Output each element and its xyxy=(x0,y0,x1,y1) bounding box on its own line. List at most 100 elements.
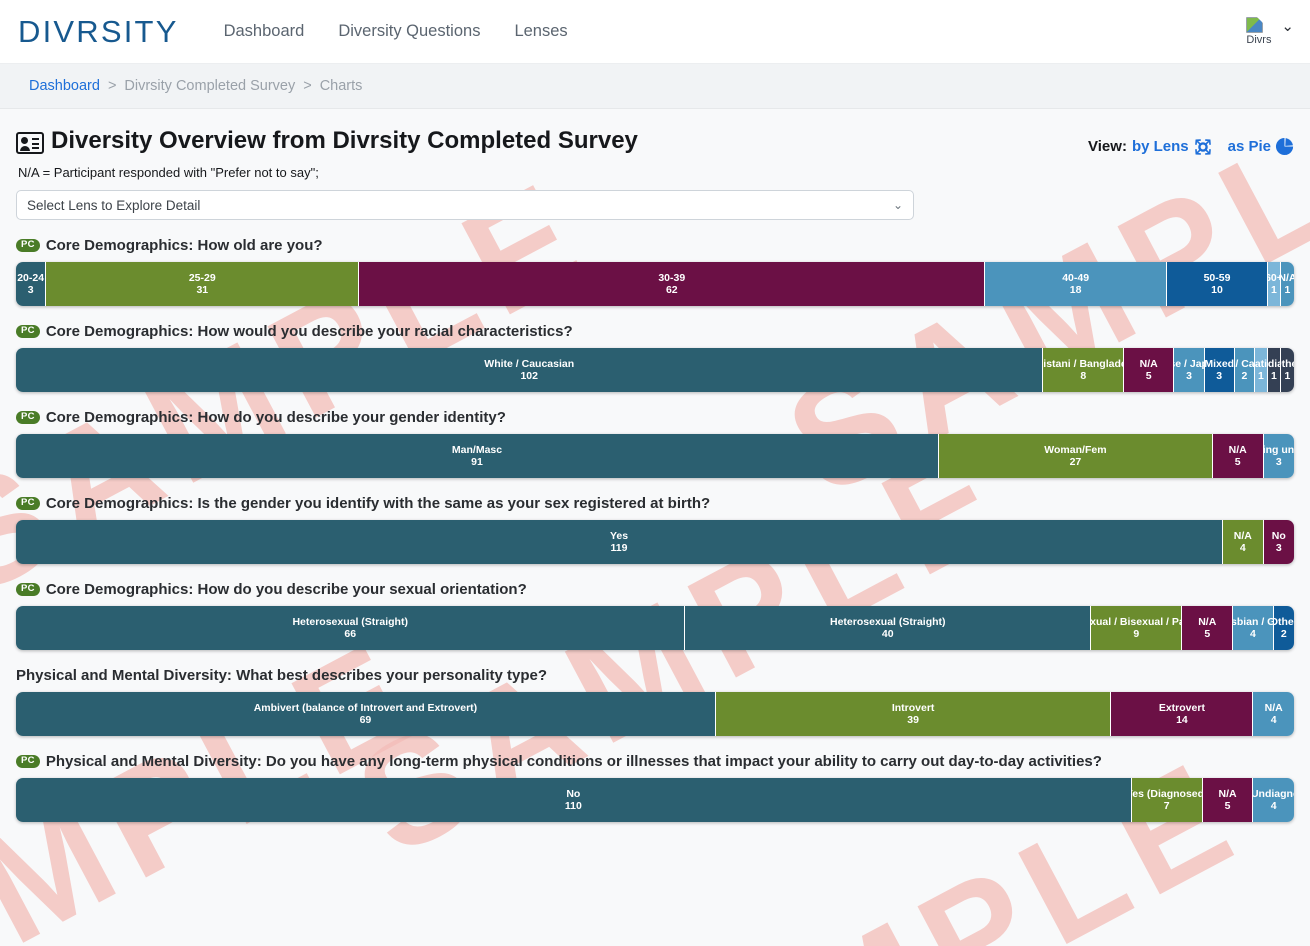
bar-segment[interactable]: Chinese / Japanese3 xyxy=(1174,348,1204,392)
top-navigation-bar: DIVRSITY Dashboard Diversity Questions L… xyxy=(0,0,1310,64)
bar-segment-label: Chinese / Japanese xyxy=(1174,358,1204,370)
bar-segment[interactable]: Yes119 xyxy=(16,520,1223,564)
bar-segment-label: N/A xyxy=(1229,444,1247,456)
chart-title: Physical and Mental Diversity: What best… xyxy=(16,667,547,684)
view-by-lens-button[interactable]: by Lens xyxy=(1132,138,1213,156)
bar-segment[interactable]: Introvert39 xyxy=(716,692,1112,736)
bar-segment[interactable]: N/A5 xyxy=(1182,606,1233,650)
account-menu[interactable]: Divrs ⌄ xyxy=(1246,17,1294,47)
bar-segment-value: 3 xyxy=(28,284,34,296)
bar-segment-value: 5 xyxy=(1225,800,1231,812)
bar-segment-label: Pakistani / Bangladeshi xyxy=(1043,358,1124,370)
bar-segment-label: Heterosexual (Straight) xyxy=(292,616,408,628)
lens-select-value: Select Lens to Explore Detail xyxy=(27,198,200,213)
charts-container: PCCore Demographics: How old are you?20-… xyxy=(16,237,1294,822)
bar-segment-label: White / Caucasian xyxy=(484,358,574,370)
bar-segment-label: 40-49 xyxy=(1062,272,1089,284)
stacked-bar-chart: Yes119N/A4No3 xyxy=(16,520,1294,564)
nav-link-lenses[interactable]: Lenses xyxy=(514,22,567,41)
bar-segment[interactable]: Pakistani / Bangladeshi8 xyxy=(1043,348,1124,392)
protected-characteristic-badge: PC xyxy=(16,325,40,339)
bar-segment-label: African / Caribbean xyxy=(1235,358,1255,370)
bar-segment[interactable]: Indian1 xyxy=(1268,348,1281,392)
bar-segment[interactable]: Mixed3 xyxy=(1205,348,1235,392)
bar-segment[interactable]: Ambivert (balance of Introvert and Extro… xyxy=(16,692,716,736)
chart-header: PCCore Demographics: Is the gender you i… xyxy=(16,495,1294,512)
bar-segment[interactable]: Latin1 xyxy=(1255,348,1268,392)
bar-segment[interactable]: N/A1 xyxy=(1281,262,1294,306)
stacked-bar-chart: Heterosexual (Straight)66Heterosexual (S… xyxy=(16,606,1294,650)
bar-segment[interactable]: No110 xyxy=(16,778,1132,822)
bar-segment[interactable]: Woman/Fem27 xyxy=(939,434,1213,478)
bar-segment[interactable]: N/A5 xyxy=(1203,778,1254,822)
chart-title: Core Demographics: How do you describe y… xyxy=(46,409,506,426)
stacked-bar-chart: White / Caucasian102Pakistani / Banglade… xyxy=(16,348,1294,392)
bar-segment[interactable]: 20-243 xyxy=(16,262,46,306)
bar-segment[interactable]: 25-2931 xyxy=(46,262,359,306)
lens-icon xyxy=(1193,138,1213,156)
bar-segment[interactable]: N/A4 xyxy=(1253,692,1294,736)
nav-link-dashboard[interactable]: Dashboard xyxy=(224,22,305,41)
nav-link-diversity-questions[interactable]: Diversity Questions xyxy=(338,22,480,41)
bar-segment-value: 4 xyxy=(1271,800,1277,812)
bar-segment-label: No xyxy=(1272,530,1286,542)
bar-segment[interactable]: Homosexual / Bisexual / Pansexual9 xyxy=(1091,606,1182,650)
bar-segment-label: 60+ xyxy=(1268,272,1281,284)
bar-segment[interactable]: N/A5 xyxy=(1124,348,1174,392)
bar-segment[interactable]: Something unlabelled3 xyxy=(1264,434,1294,478)
chart-header: PCCore Demographics: How would you descr… xyxy=(16,323,1294,340)
bar-segment[interactable]: Man/Masc91 xyxy=(16,434,939,478)
breadcrumb-item-survey[interactable]: Divrsity Completed Survey xyxy=(124,78,295,94)
chart-title: Core Demographics: How old are you? xyxy=(46,237,323,254)
chart-header: PCCore Demographics: How do you describe… xyxy=(16,581,1294,598)
bar-segment[interactable]: 50-5910 xyxy=(1167,262,1268,306)
bar-segment[interactable]: Other2 xyxy=(1274,606,1294,650)
chart-block: Physical and Mental Diversity: What best… xyxy=(16,667,1294,736)
breadcrumb-item-dashboard[interactable]: Dashboard xyxy=(29,78,100,94)
stacked-bar-chart: 20-24325-293130-396240-491850-591060+1N/… xyxy=(16,262,1294,306)
stacked-bar-chart: No110Yes (Diagnosed)7N/A5Yes (Undiagnose… xyxy=(16,778,1294,822)
bar-segment[interactable]: Yes (Diagnosed)7 xyxy=(1132,778,1203,822)
bar-segment[interactable]: Yes (Undiagnosed)4 xyxy=(1253,778,1294,822)
bar-segment[interactable]: N/A4 xyxy=(1223,520,1264,564)
bar-segment[interactable]: No3 xyxy=(1264,520,1294,564)
bar-segment-label: Latin xyxy=(1255,358,1268,370)
view-as-pie-button[interactable]: as Pie xyxy=(1228,137,1294,156)
bar-segment[interactable]: 60+1 xyxy=(1268,262,1281,306)
bar-segment[interactable]: Other1 xyxy=(1281,348,1294,392)
view-label: View: xyxy=(1088,138,1127,155)
bar-segment-value: 119 xyxy=(611,542,628,554)
bar-segment-label: Something unlabelled xyxy=(1264,444,1294,456)
main-content: Diversity Overview from Divrsity Complet… xyxy=(0,109,1310,822)
bar-segment-value: 10 xyxy=(1211,284,1223,296)
bar-segment[interactable]: 40-4918 xyxy=(985,262,1167,306)
bar-segment[interactable]: Lesbian / Gay4 xyxy=(1233,606,1274,650)
bar-segment[interactable]: White / Caucasian102 xyxy=(16,348,1043,392)
chart-block: PCPhysical and Mental Diversity: Do you … xyxy=(16,753,1294,822)
bar-segment-label: Yes xyxy=(610,530,628,542)
chart-block: PCCore Demographics: How do you describe… xyxy=(16,581,1294,650)
bar-segment-label: Other xyxy=(1274,616,1294,628)
chevron-down-icon[interactable]: ⌄ xyxy=(1281,19,1294,34)
bar-segment[interactable]: N/A5 xyxy=(1213,434,1264,478)
bar-segment-label: Yes (Undiagnosed) xyxy=(1253,788,1294,800)
protected-characteristic-badge: PC xyxy=(16,583,40,597)
bar-segment-label: 20-24 xyxy=(17,272,44,284)
lens-select-dropdown[interactable]: Select Lens to Explore Detail ⌄ xyxy=(16,190,914,220)
brand-logo[interactable]: DIVRSITY xyxy=(14,14,179,50)
bar-segment-value: 7 xyxy=(1164,800,1170,812)
bar-segment[interactable]: 30-3962 xyxy=(359,262,985,306)
avatar-alt-text: Divrs xyxy=(1246,34,1274,46)
stacked-bar-chart: Man/Masc91Woman/Fem27N/A5Something unlab… xyxy=(16,434,1294,478)
bar-segment-value: 3 xyxy=(1276,542,1282,554)
bar-segment-value: 91 xyxy=(471,456,483,468)
na-legend-note: N/A = Participant responded with "Prefer… xyxy=(18,165,1294,180)
bar-segment-value: 5 xyxy=(1146,370,1152,382)
bar-segment[interactable]: Extrovert14 xyxy=(1111,692,1253,736)
bar-segment[interactable]: African / Caribbean2 xyxy=(1235,348,1255,392)
bar-segment[interactable]: Heterosexual (Straight)66 xyxy=(16,606,685,650)
bar-segment-label: N/A xyxy=(1281,272,1294,284)
bar-segment-value: 14 xyxy=(1176,714,1188,726)
bar-segment-label: 30-39 xyxy=(658,272,685,284)
bar-segment[interactable]: Heterosexual (Straight)40 xyxy=(685,606,1091,650)
